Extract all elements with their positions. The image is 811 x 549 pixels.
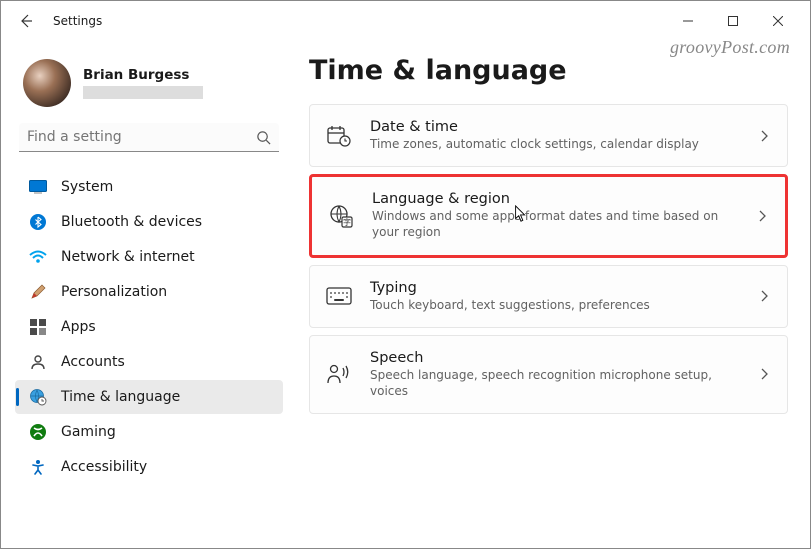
sidebar-item-system[interactable]: System bbox=[15, 170, 283, 204]
card-typing[interactable]: Typing Touch keyboard, text suggestions,… bbox=[309, 265, 788, 328]
watermark: groovyPost.com bbox=[670, 37, 790, 58]
sidebar-item-gaming[interactable]: Gaming bbox=[15, 415, 283, 449]
arrow-left-icon bbox=[18, 13, 34, 29]
sidebar-item-personalization[interactable]: Personalization bbox=[15, 275, 283, 309]
window-controls bbox=[665, 6, 800, 36]
sidebar: Brian Burgess System Bluetooth & devices… bbox=[1, 41, 291, 548]
sidebar-item-label: Gaming bbox=[61, 424, 116, 440]
accessibility-icon bbox=[29, 458, 47, 476]
sidebar-item-accessibility[interactable]: Accessibility bbox=[15, 450, 283, 484]
profile-email-redacted bbox=[83, 86, 203, 99]
card-language-region[interactable]: 字 Language & region Windows and some app… bbox=[309, 174, 788, 257]
maximize-icon bbox=[728, 16, 738, 26]
main-content: Time & language Date & time Time zones, … bbox=[291, 41, 810, 548]
chevron-right-icon bbox=[757, 368, 771, 380]
card-speech[interactable]: Speech Speech language, speech recogniti… bbox=[309, 335, 788, 414]
sidebar-item-label: Apps bbox=[61, 319, 96, 335]
minimize-button[interactable] bbox=[665, 6, 710, 36]
globe-character-icon: 字 bbox=[328, 203, 354, 229]
sidebar-item-label: System bbox=[61, 179, 113, 195]
sidebar-item-label: Network & internet bbox=[61, 249, 195, 265]
person-icon bbox=[29, 353, 47, 371]
sidebar-item-label: Personalization bbox=[61, 284, 167, 300]
card-desc: Windows and some apps format dates and t… bbox=[372, 208, 737, 240]
sidebar-item-network[interactable]: Network & internet bbox=[15, 240, 283, 274]
search-box[interactable] bbox=[19, 123, 279, 152]
card-title: Speech bbox=[370, 350, 739, 366]
sidebar-item-label: Accessibility bbox=[61, 459, 147, 475]
card-title: Date & time bbox=[370, 119, 739, 135]
chevron-right-icon bbox=[757, 290, 771, 302]
window-title: Settings bbox=[53, 14, 102, 28]
sidebar-item-time-language[interactable]: Time & language bbox=[15, 380, 283, 414]
speech-icon bbox=[326, 361, 352, 387]
search-input[interactable] bbox=[27, 129, 256, 145]
minimize-icon bbox=[683, 16, 693, 26]
nav-list: System Bluetooth & devices Network & int… bbox=[15, 170, 283, 484]
chevron-right-icon bbox=[755, 210, 769, 222]
card-desc: Time zones, automatic clock settings, ca… bbox=[370, 136, 739, 152]
sidebar-item-bluetooth[interactable]: Bluetooth & devices bbox=[15, 205, 283, 239]
avatar bbox=[23, 59, 71, 107]
profile-block[interactable]: Brian Burgess bbox=[15, 51, 283, 123]
globe-clock-icon bbox=[29, 388, 47, 406]
svg-text:字: 字 bbox=[343, 217, 351, 227]
bluetooth-icon bbox=[29, 213, 47, 231]
page-title: Time & language bbox=[309, 55, 788, 86]
card-desc: Speech language, speech recognition micr… bbox=[370, 367, 739, 399]
sidebar-item-label: Time & language bbox=[61, 389, 180, 405]
chevron-right-icon bbox=[757, 130, 771, 142]
search-icon bbox=[256, 130, 271, 145]
calendar-clock-icon bbox=[326, 123, 352, 149]
close-icon bbox=[773, 16, 783, 26]
card-desc: Touch keyboard, text suggestions, prefer… bbox=[370, 297, 739, 313]
maximize-button[interactable] bbox=[710, 6, 755, 36]
titlebar: Settings bbox=[1, 1, 810, 41]
card-title: Language & region bbox=[372, 191, 737, 207]
profile-name: Brian Burgess bbox=[83, 67, 203, 83]
paintbrush-icon bbox=[29, 283, 47, 301]
sidebar-item-accounts[interactable]: Accounts bbox=[15, 345, 283, 379]
system-icon bbox=[29, 178, 47, 196]
wifi-icon bbox=[29, 248, 47, 266]
sidebar-item-apps[interactable]: Apps bbox=[15, 310, 283, 344]
xbox-icon bbox=[29, 423, 47, 441]
sidebar-item-label: Bluetooth & devices bbox=[61, 214, 202, 230]
close-button[interactable] bbox=[755, 6, 800, 36]
back-button[interactable] bbox=[11, 6, 41, 36]
sidebar-item-label: Accounts bbox=[61, 354, 125, 370]
apps-icon bbox=[29, 318, 47, 336]
keyboard-icon bbox=[326, 283, 352, 309]
card-date-time[interactable]: Date & time Time zones, automatic clock … bbox=[309, 104, 788, 167]
card-title: Typing bbox=[370, 280, 739, 296]
